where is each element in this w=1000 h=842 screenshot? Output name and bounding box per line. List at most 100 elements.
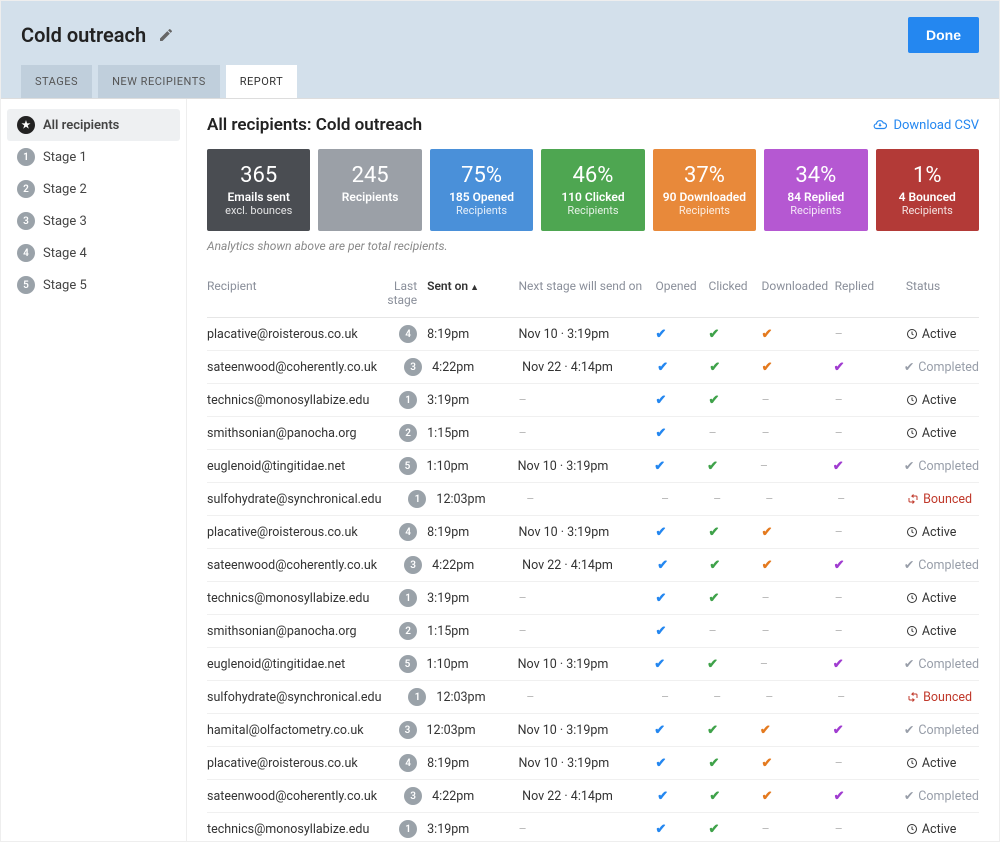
col-next-stage[interactable]: Next stage will send on: [519, 279, 656, 307]
sidebar-item-stage-4[interactable]: 4Stage 4: [7, 237, 180, 269]
col-replied[interactable]: Replied: [835, 279, 906, 307]
cell-clicked: ✔: [709, 393, 762, 408]
status-label: Bounced: [923, 690, 972, 705]
done-button[interactable]: Done: [908, 17, 979, 53]
col-downloaded[interactable]: Downloaded: [762, 279, 835, 307]
clock-icon: [906, 625, 918, 637]
table-row[interactable]: sateenwood@coherently.co.uk34:22pmNov 22…: [207, 549, 979, 582]
cell-opened: ✔: [656, 822, 709, 837]
col-clicked[interactable]: Clicked: [709, 279, 762, 307]
cell-clicked: ✔: [707, 459, 760, 474]
table-row[interactable]: smithsonian@panocha.org21:15pm–✔–––Activ…: [207, 417, 979, 450]
stat-label: Emails sent: [215, 190, 302, 204]
sidebar-item-label: Stage 4: [43, 246, 87, 261]
cell-next-stage: Nov 10 · 3:19pm: [518, 459, 655, 474]
cell-status: ✔Completed: [904, 458, 979, 474]
stat-card[interactable]: 37%90 DownloadedRecipients: [653, 149, 756, 231]
table-row[interactable]: technics@monosyllabize.edu13:19pm–✔✔––Ac…: [207, 384, 979, 417]
dash-icon: –: [762, 393, 770, 408]
dash-icon: –: [765, 690, 773, 705]
stat-sublabel: Recipients: [549, 204, 636, 217]
cell-downloaded: ✔: [760, 723, 833, 738]
edit-icon[interactable]: [158, 27, 174, 43]
cell-last-stage: 1: [382, 490, 437, 508]
check-icon: ✔: [762, 360, 773, 375]
cell-clicked: ✔: [709, 360, 761, 375]
cell-recipient: smithsonian@panocha.org: [207, 624, 371, 639]
cell-replied: ✔: [834, 558, 904, 573]
cell-recipient: technics@monosyllabize.edu: [207, 591, 371, 606]
cell-downloaded: –: [765, 492, 837, 507]
stat-value: 1%: [884, 163, 971, 188]
table-row[interactable]: placative@roisterous.co.uk48:19pmNov 10 …: [207, 516, 979, 549]
sidebar-item-stage-5[interactable]: 5Stage 5: [7, 269, 180, 301]
tab-stages[interactable]: STAGES: [21, 65, 92, 98]
table-row[interactable]: technics@monosyllabize.edu13:19pm–✔✔––Ac…: [207, 813, 979, 841]
table-row[interactable]: euglenoid@tingitidae.net51:10pmNov 10 · …: [207, 648, 979, 681]
table-row[interactable]: sulfohydrate@synchronical.edu112:03pm–––…: [207, 681, 979, 714]
stat-card[interactable]: 245Recipients: [318, 149, 421, 231]
col-sent-on[interactable]: Sent on▲: [427, 279, 518, 307]
cell-next-stage: –: [526, 492, 661, 507]
stat-card[interactable]: 46%110 ClickedRecipients: [541, 149, 644, 231]
stat-card[interactable]: 75%185 OpenedRecipients: [430, 149, 533, 231]
tab-new-recipients[interactable]: NEW RECIPIENTS: [98, 65, 220, 98]
cell-opened: ✔: [657, 360, 709, 375]
table-row[interactable]: placative@roisterous.co.uk48:19pmNov 10 …: [207, 747, 979, 780]
cell-status: Active: [906, 756, 979, 771]
cell-clicked: ✔: [709, 822, 762, 837]
col-status[interactable]: Status: [906, 279, 979, 307]
stat-card[interactable]: 34%84 RepliedRecipients: [764, 149, 867, 231]
check-icon: ✔: [656, 822, 667, 837]
cell-downloaded: –: [765, 690, 837, 705]
cell-next-stage: –: [519, 591, 656, 606]
cell-recipient: sateenwood@coherently.co.uk: [207, 558, 377, 573]
cell-clicked: ✔: [707, 657, 760, 672]
stat-card[interactable]: 365Emails sentexcl. bounces: [207, 149, 310, 231]
cell-recipient: smithsonian@panocha.org: [207, 426, 371, 441]
stage-pill: 5: [399, 655, 417, 673]
dash-icon: –: [835, 624, 843, 639]
cell-downloaded: –: [762, 591, 835, 606]
table-row[interactable]: euglenoid@tingitidae.net51:10pmNov 10 · …: [207, 450, 979, 483]
sidebar-item-stage-2[interactable]: 2Stage 2: [7, 173, 180, 205]
table-row[interactable]: sulfohydrate@synchronical.edu112:03pm–––…: [207, 483, 979, 516]
stage-pill: 3: [404, 556, 422, 574]
cell-downloaded: –: [760, 657, 833, 672]
dash-icon: –: [835, 822, 843, 837]
sidebar-item-all-recipients[interactable]: ★All recipients: [7, 109, 180, 141]
tab-report[interactable]: REPORT: [226, 65, 297, 98]
dash-icon: –: [760, 459, 768, 474]
table-row[interactable]: sateenwood@coherently.co.uk34:22pmNov 22…: [207, 780, 979, 813]
table-row[interactable]: sateenwood@coherently.co.uk34:22pmNov 22…: [207, 351, 979, 384]
bounce-icon: [907, 493, 919, 505]
cell-recipient: technics@monosyllabize.edu: [207, 393, 371, 408]
table-row[interactable]: technics@monosyllabize.edu13:19pm–✔✔––Ac…: [207, 582, 979, 615]
sidebar-item-stage-3[interactable]: 3Stage 3: [7, 205, 180, 237]
col-opened[interactable]: Opened: [656, 279, 709, 307]
status-label: Active: [922, 426, 956, 441]
sort-asc-icon: ▲: [470, 283, 479, 293]
table-row[interactable]: smithsonian@panocha.org21:15pm–✔–––Activ…: [207, 615, 979, 648]
stat-label: 185 Opened: [438, 190, 525, 204]
check-icon: ✔: [709, 393, 720, 408]
cell-downloaded: –: [762, 426, 835, 441]
sidebar-item-stage-1[interactable]: 1Stage 1: [7, 141, 180, 173]
cell-last-stage: 3: [377, 358, 432, 376]
check-icon: ✔: [656, 756, 667, 771]
clock-icon: [906, 328, 918, 340]
stage-number-badge: 3: [17, 212, 35, 230]
cell-replied: ✔: [834, 789, 904, 804]
cell-recipient: sateenwood@coherently.co.uk: [207, 789, 377, 804]
table-row[interactable]: placative@roisterous.co.uk48:19pmNov 10 …: [207, 318, 979, 351]
table-row[interactable]: hamital@olfactometry.co.uk312:03pmNov 10…: [207, 714, 979, 747]
download-csv-link[interactable]: Download CSV: [873, 118, 979, 133]
stage-pill: 1: [399, 391, 417, 409]
cell-recipient: placative@roisterous.co.uk: [207, 327, 371, 342]
stage-number-badge: 2: [17, 180, 35, 198]
stat-card[interactable]: 1%4 BouncedRecipients: [876, 149, 979, 231]
col-recipient[interactable]: Recipient: [207, 279, 371, 307]
cell-next-stage: –: [519, 624, 656, 639]
col-last-stage[interactable]: Last stage: [371, 279, 427, 307]
check-icon: ✔: [904, 656, 914, 672]
